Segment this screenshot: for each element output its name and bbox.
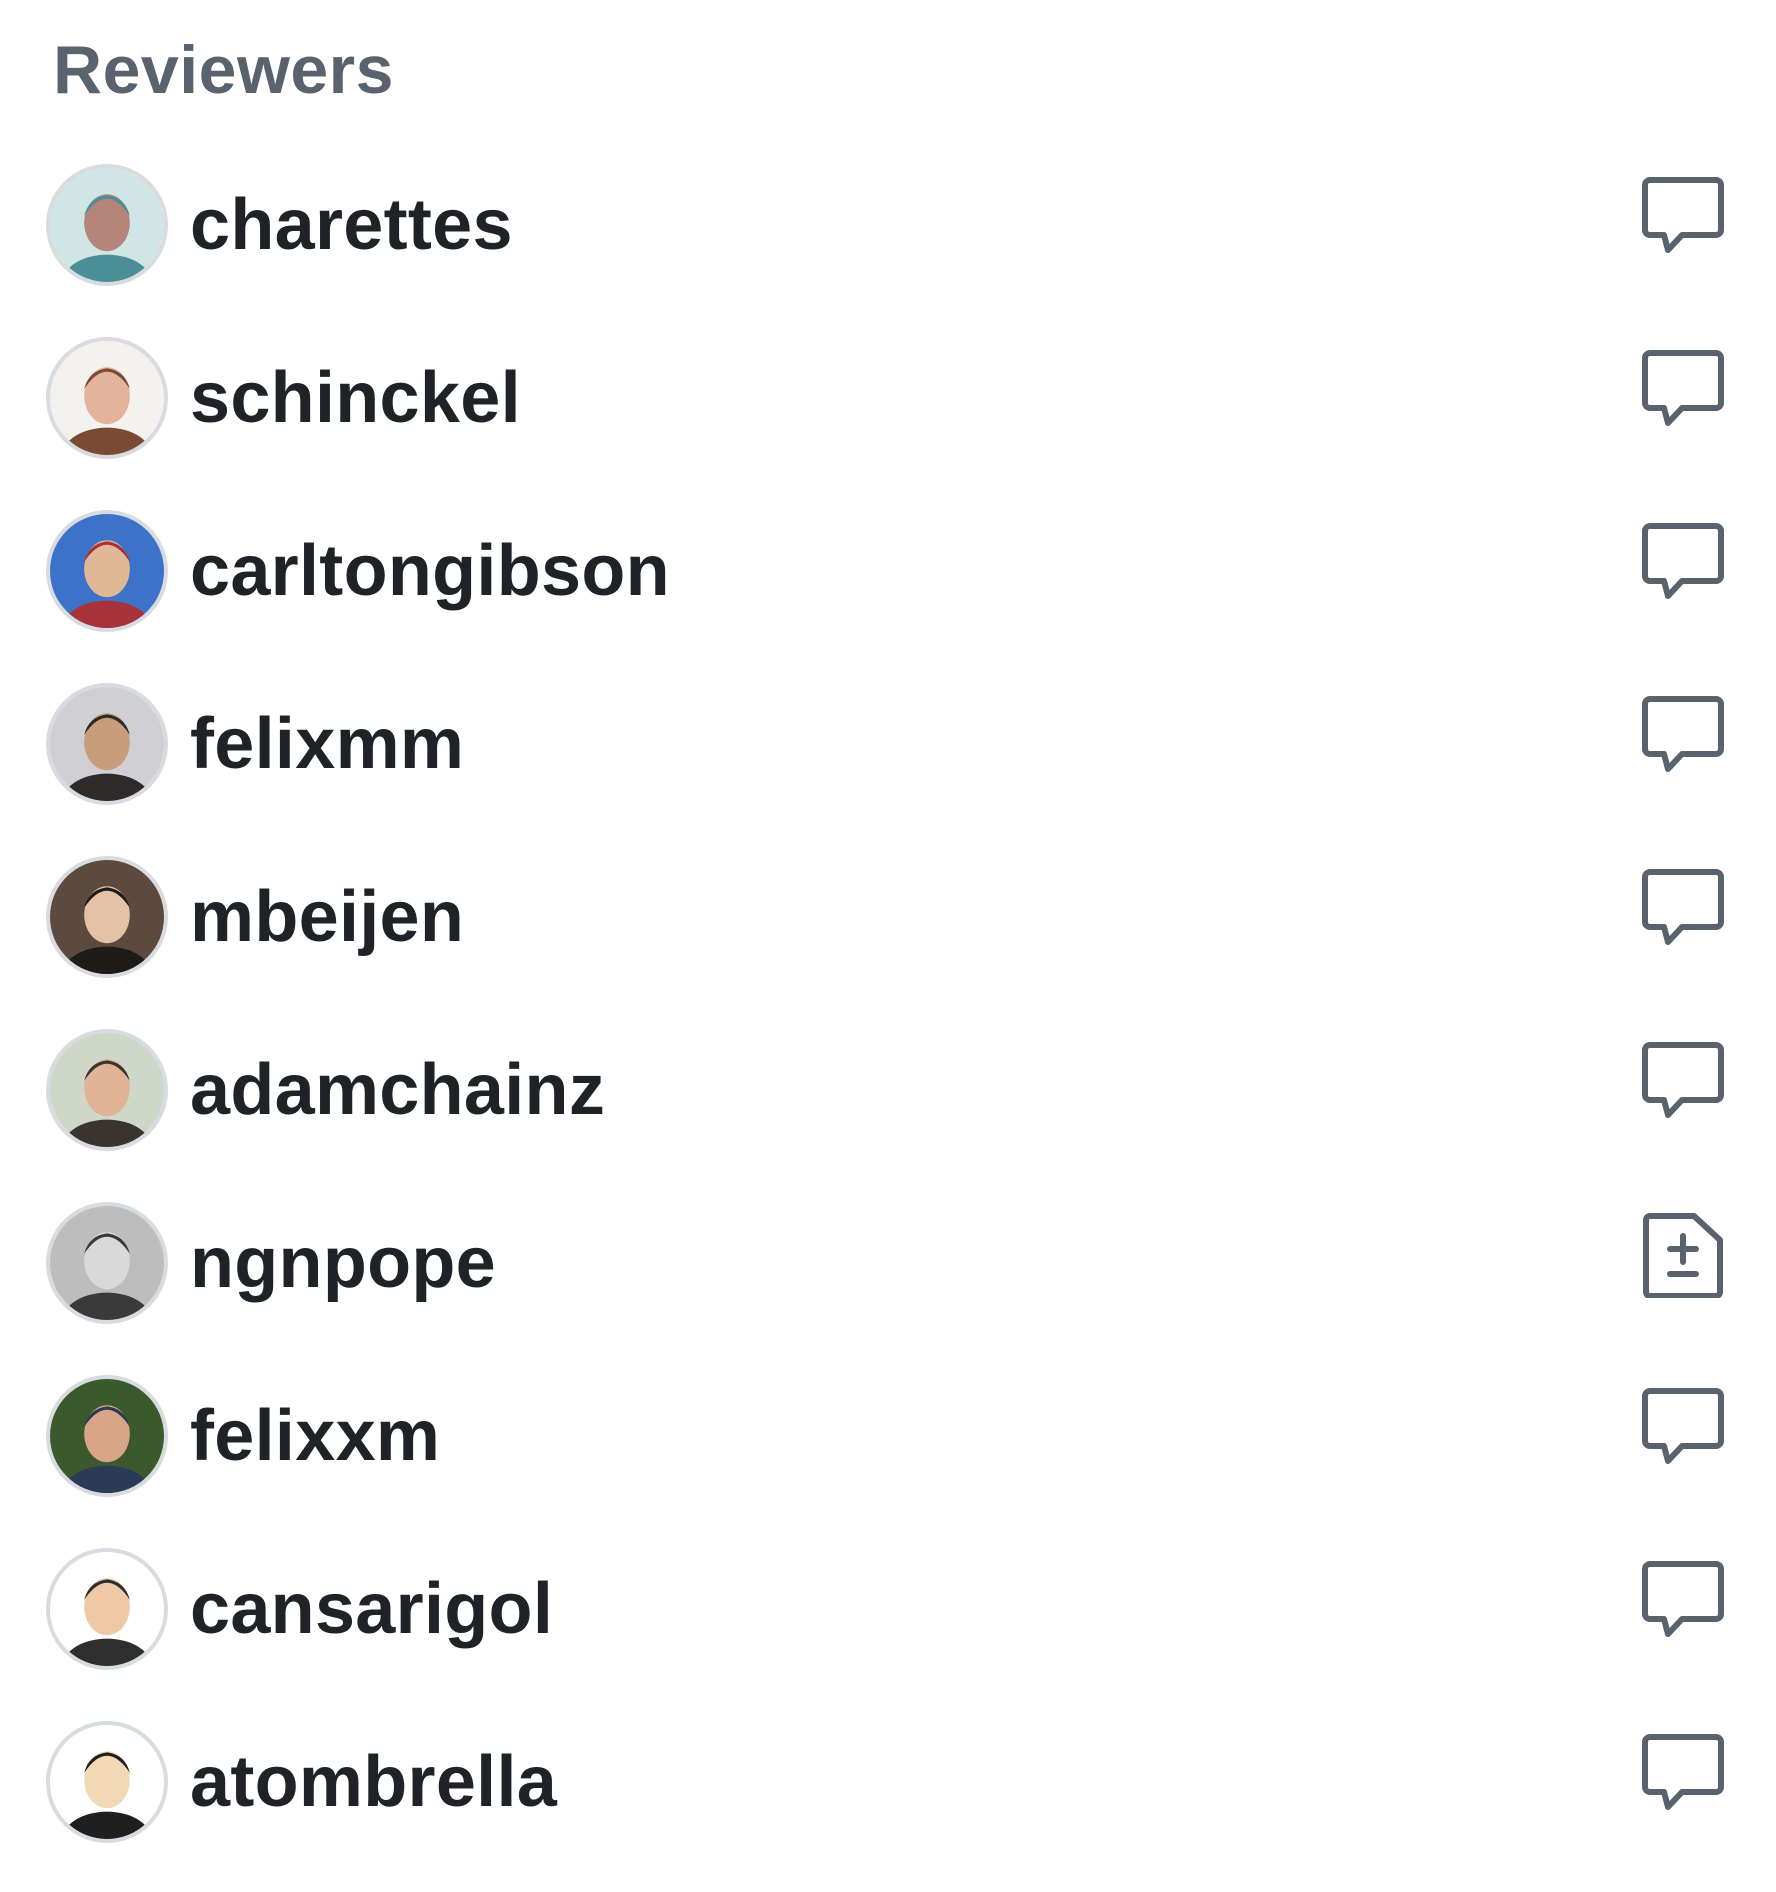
file-diff-icon[interactable] [1640,1212,1726,1298]
reviewer-username[interactable]: adamchainz [190,1045,605,1135]
comment-icon[interactable] [1640,520,1726,606]
reviewer-row-felixxm: felixxm [0,1373,1776,1546]
avatar-mbeijen[interactable] [46,856,168,978]
reviewer-row-cansarigol: cansarigol [0,1546,1776,1719]
reviewer-username[interactable]: carltongibson [190,526,670,616]
reviewers-heading[interactable]: Reviewers [53,30,394,110]
comment-icon[interactable] [1640,174,1726,260]
comment-icon[interactable] [1640,1385,1726,1471]
reviewer-row-adamchainz: adamchainz [0,1027,1776,1200]
avatar-cansarigol[interactable] [46,1548,168,1670]
reviewer-username[interactable]: charettes [190,180,513,270]
avatar-felixxm[interactable] [46,1375,168,1497]
reviewer-row-felixmm: felixmm [0,681,1776,854]
avatar-adamchainz[interactable] [46,1029,168,1151]
reviewer-row-carltongibson: carltongibson [0,508,1776,681]
avatar-ngnpope[interactable] [46,1202,168,1324]
comment-icon[interactable] [1640,866,1726,952]
avatar-carltongibson[interactable] [46,510,168,632]
reviewer-username[interactable]: atombrella [190,1737,557,1827]
comment-icon[interactable] [1640,347,1726,433]
reviewer-row-ngnpope: ngnpope [0,1200,1776,1373]
avatar-atombrella[interactable] [46,1721,168,1843]
reviewer-list: charettes schinckel carltongibson felixm… [0,162,1776,1892]
avatar-schinckel[interactable] [46,337,168,459]
reviewer-row-charettes: charettes [0,162,1776,335]
reviewer-row-atombrella: atombrella [0,1719,1776,1892]
comment-icon[interactable] [1640,693,1726,779]
avatar-felixmm[interactable] [46,683,168,805]
reviewer-username[interactable]: felixmm [190,699,464,789]
reviewer-username[interactable]: cansarigol [190,1564,553,1654]
reviewer-row-schinckel: schinckel [0,335,1776,508]
reviewer-username[interactable]: schinckel [190,353,521,443]
comment-icon[interactable] [1640,1731,1726,1817]
reviewer-username[interactable]: mbeijen [190,872,464,962]
reviewer-row-mbeijen: mbeijen [0,854,1776,1027]
avatar-charettes[interactable] [46,164,168,286]
comment-icon[interactable] [1640,1558,1726,1644]
reviewers-panel: Reviewers charettes schinckel carltongib… [0,0,1776,1888]
comment-icon[interactable] [1640,1039,1726,1125]
reviewer-username[interactable]: ngnpope [190,1218,496,1308]
reviewer-username[interactable]: felixxm [190,1391,440,1481]
